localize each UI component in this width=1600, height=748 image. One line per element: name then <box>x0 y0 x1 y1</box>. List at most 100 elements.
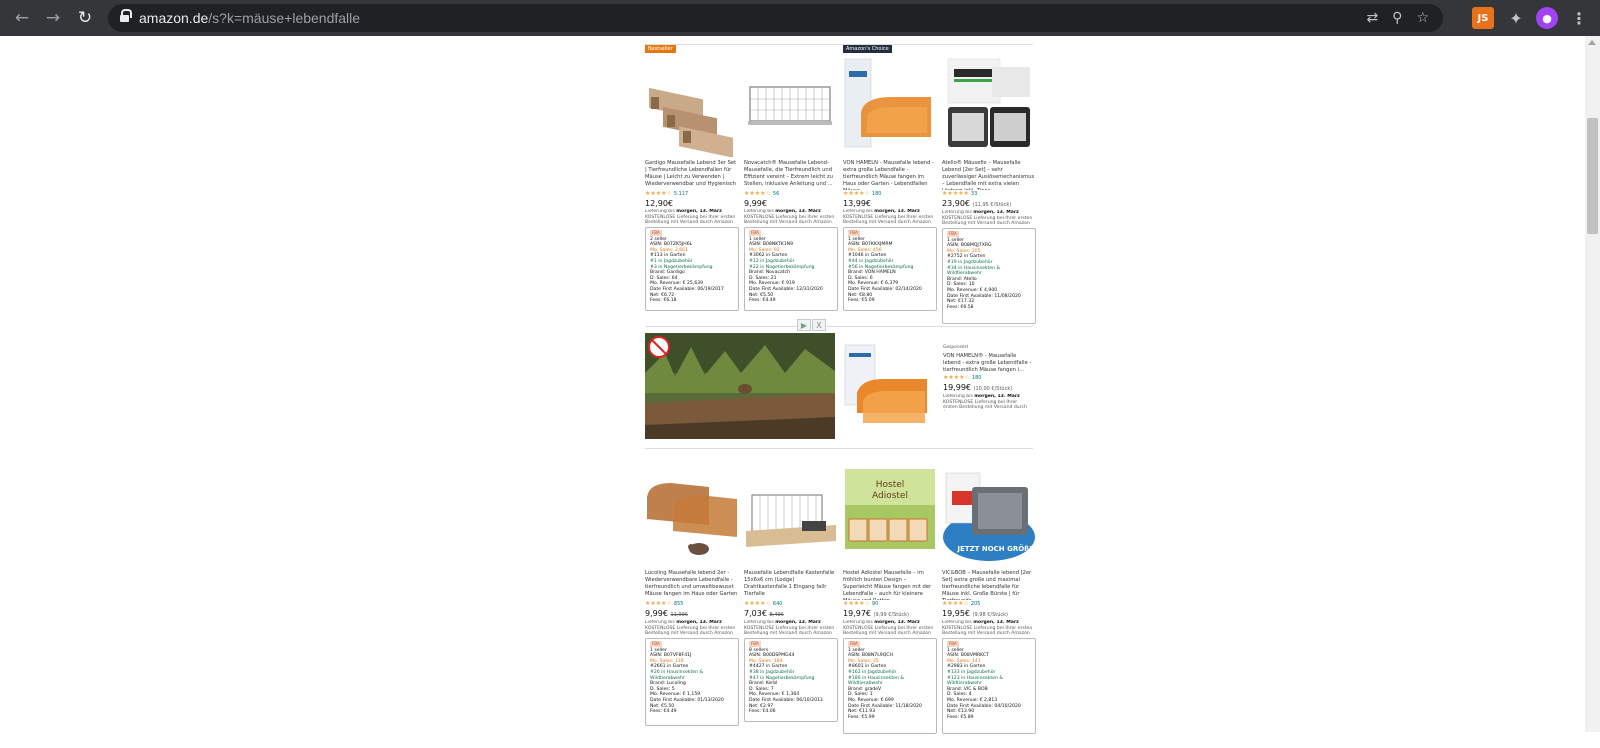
ad-play-icon[interactable]: ▶ <box>797 319 811 331</box>
product-title[interactable]: Mausefalle Lebendfalle Kastenfalle 15x6x… <box>744 570 838 600</box>
stat-line: Fees: €5.89 <box>947 714 974 720</box>
product-rating[interactable]: ★★★★☆ 205 <box>942 600 1036 608</box>
product-title[interactable]: VIC&BOB – Mausefalle lebend [2er Set] ex… <box>942 570 1036 600</box>
product-card[interactable]: Novacatch® Mausefalle Lebend- Mausefalle… <box>744 45 838 311</box>
product-card[interactable]: JETZT NOCH GRÖßER! VIC&BOB – Mausefalle … <box>942 455 1036 734</box>
product-card[interactable]: Mausefalle Lebendfalle Kastenfalle 15x6x… <box>744 455 838 722</box>
translate-icon[interactable]: ⇄ <box>1366 10 1378 26</box>
review-count[interactable]: 855 <box>674 601 684 607</box>
delivery-info: Lieferung bis morgen, 13. März KOSTENLOSE… <box>942 620 1036 637</box>
product-image[interactable] <box>843 57 937 157</box>
delivery-info: Lieferung bis morgen, 13. März KOSTENLOSE… <box>645 620 739 637</box>
stats-tag: FBA <box>650 641 662 647</box>
product-title[interactable]: Atello® Mäusefix – Mausefalle Lebend [2e… <box>942 160 1036 190</box>
menu-kebab-icon[interactable]: ⋮ <box>1568 7 1590 29</box>
stat-line[interactable]: #26 in Hausinsekten & Wildtierabwehr <box>650 670 734 681</box>
stat-line: Fees: €5.99 <box>848 714 875 720</box>
url-text: amazon.de/s?k=mäuse+lebendfalle <box>139 10 360 26</box>
page-scrollbar[interactable] <box>1585 36 1600 732</box>
product-card[interactable]: Hostel Adiostel Hostel Adiostel Mausefal… <box>843 455 937 734</box>
sponsored-video[interactable] <box>645 333 835 439</box>
product-price[interactable]: 12,90€ <box>645 199 739 209</box>
product-card[interactable]: Lucoling Mausefalle lebend 2er - Wiederv… <box>645 455 739 726</box>
product-image[interactable]: JETZT NOCH GRÖßER! <box>942 467 1036 567</box>
product-rating[interactable]: ★★★★☆ 90 <box>843 600 937 608</box>
product-rating[interactable]: ★★★★★ 33 <box>942 190 1036 198</box>
stats-tag: FBA <box>848 641 860 647</box>
product-price[interactable]: 13,99€ <box>843 199 937 209</box>
review-count[interactable]: 90 <box>872 601 878 607</box>
js-extension-icon[interactable]: JS <box>1472 7 1494 29</box>
extensions-puzzle-icon[interactable]: ✦ <box>1505 7 1527 29</box>
stat-line[interactable]: #186 in Hausinsekten & Wildtierabwehr <box>848 676 932 687</box>
review-count[interactable]: 205 <box>971 601 981 607</box>
stat-line: Date First Available: 06/19/2017 <box>650 286 724 292</box>
product-card[interactable]: Atello® Mäusefix – Mausefalle Lebend [2e… <box>942 45 1036 324</box>
product-rating[interactable]: ★★★★☆ 5.117 <box>645 190 739 198</box>
delivery-note: KOSTENLOSE Lieferung bei Ihrer ersten Be… <box>843 625 934 637</box>
product-price[interactable]: 9,99€ 11,99€ <box>645 609 739 620</box>
reload-icon[interactable]: ↻ <box>70 3 100 33</box>
product-image[interactable]: Hostel Adiostel <box>843 467 937 567</box>
product-rating[interactable]: ★★★★☆ 56 <box>744 190 838 198</box>
delivery-info: Lieferung bis morgen, 13. März KOSTENLOSE… <box>843 620 937 637</box>
product-price[interactable]: 19,95€ (9,98 €/Stück) <box>942 609 1036 620</box>
review-count[interactable]: 56 <box>773 191 779 197</box>
stat-line[interactable]: #34 in Hausinsekten & Wildtierabwehr <box>947 266 1031 277</box>
product-image[interactable] <box>645 467 739 567</box>
unit-price: (10,00 €/Stück) <box>973 386 1013 392</box>
product-card[interactable]: Amazon's Choice VON HAMELN - Mausefalle … <box>843 45 937 311</box>
delivery-info: Lieferung bis morgen, 13. März KOSTENLOSE… <box>943 394 1033 411</box>
delivery-date: morgen, 13. März <box>973 210 1019 215</box>
delivery-label: Lieferung bis <box>843 209 873 214</box>
product-price[interactable]: 19,97€ (9,99 €/Stück) <box>843 609 937 620</box>
product-rating[interactable]: ★★★★☆ 180 <box>843 190 937 198</box>
delivery-label: Lieferung bis <box>942 210 972 215</box>
review-count[interactable]: 5.117 <box>674 191 688 197</box>
product-title[interactable]: VON HAMELN® - Mausefalle lebend - extra … <box>943 353 1033 374</box>
address-bar[interactable]: amazon.de/s?k=mäuse+lebendfalle ⇄ ⚲ ☆ <box>108 4 1443 32</box>
profile-avatar[interactable]: ● <box>1536 7 1558 29</box>
product-rating[interactable]: ★★★★☆ 640 <box>744 600 838 608</box>
delivery-note: KOSTENLOSE Lieferung bei Ihrer ersten Be… <box>943 399 1027 411</box>
list-price: 8,49€ <box>769 612 784 618</box>
review-count[interactable]: 640 <box>773 601 783 607</box>
product-image[interactable] <box>744 57 838 157</box>
scroll-up-arrow-icon[interactable] <box>1588 40 1596 45</box>
product-card[interactable]: Bestseller Gardigo Mausefalle Lebend 3er… <box>645 45 739 311</box>
stats-tag: FBA <box>947 641 959 647</box>
stat-line[interactable]: #123 in Hausinsekten & Wildtierabwehr <box>947 676 1031 687</box>
product-title[interactable]: VON HAMELN - Mausefalle lebend - extra g… <box>843 160 937 190</box>
back-icon[interactable]: ← <box>7 3 37 33</box>
scrollbar-thumb[interactable] <box>1587 118 1598 234</box>
delivery-date: morgen, 13. März <box>676 620 722 625</box>
product-price[interactable]: 23,90€ (11,95 €/Stück) <box>942 199 1036 210</box>
svg-text:JETZT NOCH GRÖßER!: JETZT NOCH GRÖßER! <box>956 544 1036 553</box>
product-title[interactable]: Gardigo Mausefalle Lebend 3er Set | Tier… <box>645 160 739 190</box>
stat-line: Date First Available: 01/13/2020 <box>650 697 724 703</box>
zoom-icon[interactable]: ⚲ <box>1392 10 1402 26</box>
ad-close-icon[interactable]: X <box>812 319 826 331</box>
delivery-note: KOSTENLOSE Lieferung bei Ihrer ersten Be… <box>942 625 1033 637</box>
product-title[interactable]: Lucoling Mausefalle lebend 2er - Wiederv… <box>645 570 739 600</box>
delivery-label: Lieferung bis <box>645 620 675 625</box>
product-image[interactable] <box>744 467 838 567</box>
review-count[interactable]: 180 <box>972 375 982 381</box>
seller-stats-box: FBA 1 seller ASIN: B07VF8F41J Mo. Sales:… <box>645 638 739 726</box>
sponsored-product-image[interactable] <box>843 343 933 429</box>
review-count[interactable]: 33 <box>971 191 977 197</box>
product-title[interactable]: Hostel Adiostel Mausefalle – im fröhlich… <box>843 570 937 600</box>
seller-stats-box: FBA 2 seller ASIN: B07ZK5JH6L Mo. Sales:… <box>645 227 739 311</box>
bookmark-star-icon[interactable]: ☆ <box>1416 10 1429 26</box>
seller-stats-box: FBA 1 seller ASIN: B08N7L9QCH Mo. Sales:… <box>843 638 937 734</box>
product-rating[interactable]: ★★★★☆ 855 <box>645 600 739 608</box>
product-rating[interactable]: ★★★★☆ 180 <box>943 374 1033 382</box>
product-price[interactable]: 19,99€ (10,00 €/Stück) <box>943 383 1033 394</box>
product-image[interactable] <box>645 57 739 157</box>
product-price[interactable]: 7,03€ 8,49€ <box>744 609 838 620</box>
product-title[interactable]: Novacatch® Mausefalle Lebend- Mausefalle… <box>744 160 838 190</box>
product-price[interactable]: 9,99€ <box>744 199 838 209</box>
product-image[interactable] <box>942 57 1036 157</box>
forward-icon[interactable]: → <box>38 3 68 33</box>
review-count[interactable]: 180 <box>872 191 882 197</box>
